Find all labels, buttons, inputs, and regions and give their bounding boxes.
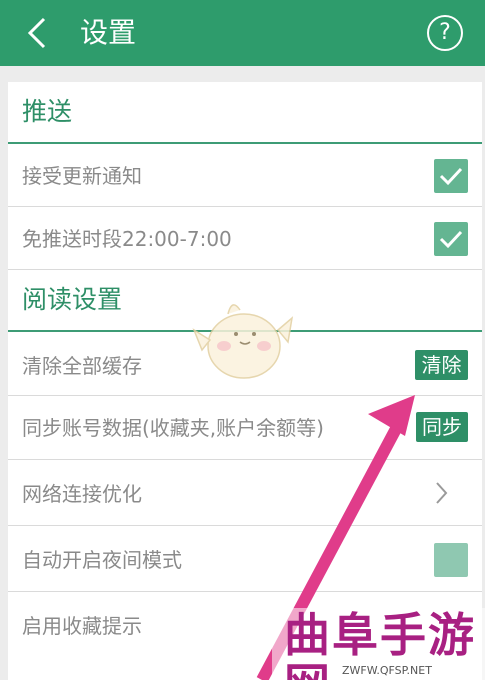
- setting-label: 免推送时段22:00-7:00: [22, 227, 232, 251]
- checkmark-icon: [439, 167, 463, 186]
- quiet-hours-checkbox[interactable]: [434, 222, 468, 256]
- setting-label: 启用收藏提示: [22, 614, 142, 638]
- checkmark-icon: [439, 230, 463, 249]
- mascot-illustration: [192, 304, 294, 379]
- setting-label: 同步账号数据(收藏夹,账户余额等): [22, 416, 324, 440]
- page-title: 设置: [80, 16, 137, 49]
- back-button[interactable]: [22, 16, 52, 50]
- night-mode-checkbox[interactable]: [434, 543, 468, 577]
- top-bar: 设置 ?: [0, 0, 485, 66]
- setting-label: 自动开启夜间模式: [22, 548, 182, 572]
- setting-row-quiet-hours[interactable]: 免推送时段22:00-7:00: [8, 207, 482, 270]
- sync-button[interactable]: 同步: [416, 412, 468, 442]
- setting-row-update-notify[interactable]: 接受更新通知: [8, 144, 482, 207]
- section-header-push: 推送: [8, 82, 482, 144]
- help-icon: ?: [439, 20, 451, 45]
- update-notify-checkbox[interactable]: [434, 159, 468, 193]
- setting-label: 清除全部缓存: [22, 354, 142, 378]
- setting-row-sync-account[interactable]: 同步账号数据(收藏夹,账户余额等) 同步: [8, 396, 482, 460]
- setting-row-night-mode[interactable]: 自动开启夜间模式: [8, 526, 482, 592]
- section-title: 推送: [22, 97, 73, 126]
- chevron-right-icon: [436, 482, 448, 504]
- watermark-url: ZWFW.QFSP.NET: [342, 664, 432, 677]
- site-watermark: 曲阜手游网 ZWFW.QFSP.NET: [272, 608, 485, 680]
- section-title: 阅读设置: [22, 285, 123, 314]
- setting-label: 网络连接优化: [22, 482, 142, 506]
- setting-label: 接受更新通知: [22, 164, 142, 188]
- setting-row-network-optimize[interactable]: 网络连接优化: [8, 460, 482, 526]
- help-button[interactable]: ?: [427, 15, 463, 51]
- chevron-left-icon: [27, 17, 46, 49]
- clear-cache-button[interactable]: 清除: [415, 350, 468, 380]
